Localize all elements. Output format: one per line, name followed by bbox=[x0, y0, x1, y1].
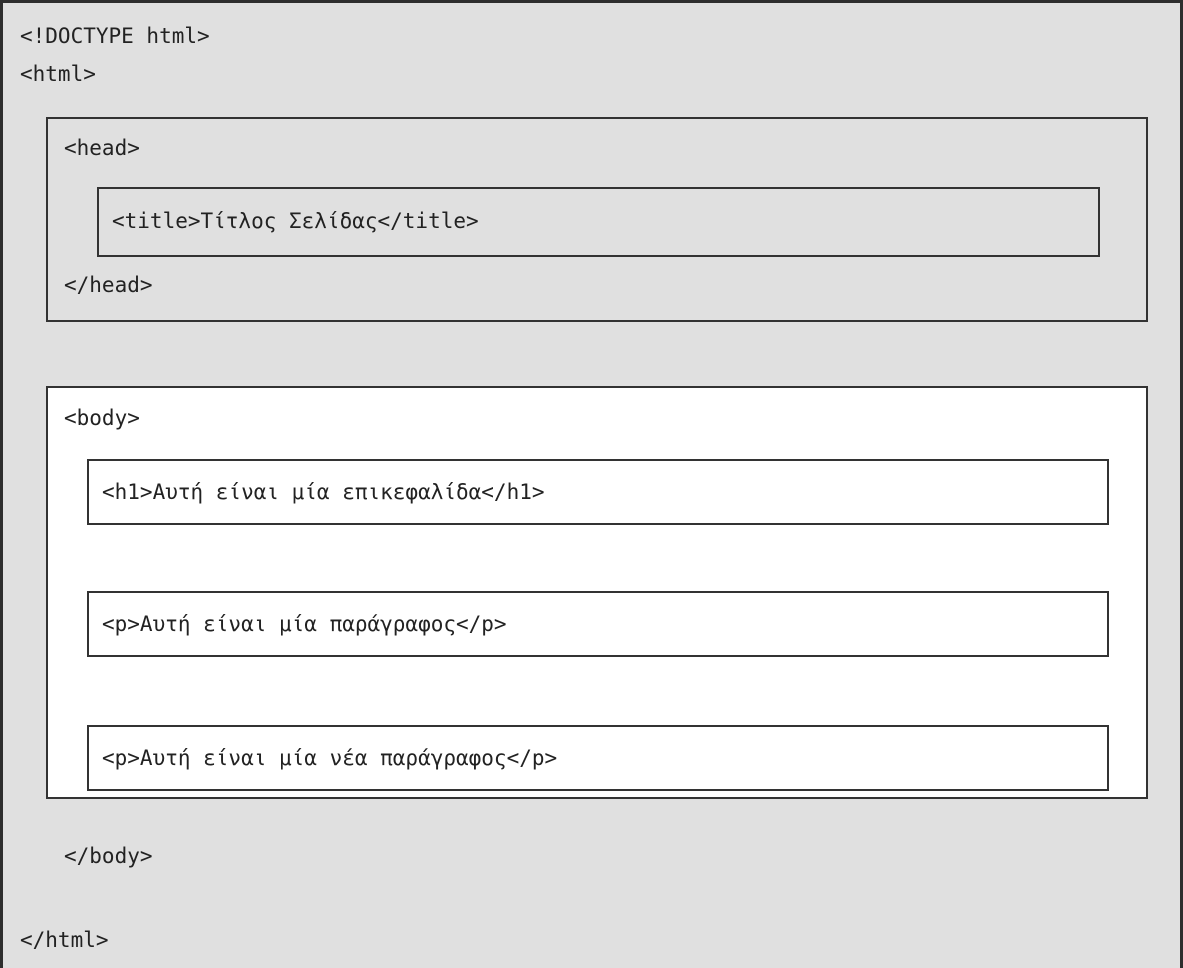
head-close-tag: </head> bbox=[64, 273, 153, 297]
title-element-line: <title>Τίτλος Σελίδας</title> bbox=[112, 209, 479, 233]
head-open-tag: <head> bbox=[64, 136, 140, 160]
html-close-tag: </html> bbox=[20, 928, 109, 952]
paragraph-element-line: <p>Αυτή είναι μία παράγραφος</p> bbox=[102, 612, 507, 636]
body-close-tag: </body> bbox=[64, 844, 153, 868]
h1-element-line: <h1>Αυτή είναι μία επικεφαλίδα</h1> bbox=[102, 480, 545, 504]
doctype-line: <!DOCTYPE html> bbox=[20, 24, 210, 48]
body-open-tag: <body> bbox=[64, 406, 140, 430]
new-paragraph-element-line: <p>Αυτή είναι μία νέα παράγραφος</p> bbox=[102, 746, 558, 770]
html-open-tag: <html> bbox=[20, 62, 96, 86]
